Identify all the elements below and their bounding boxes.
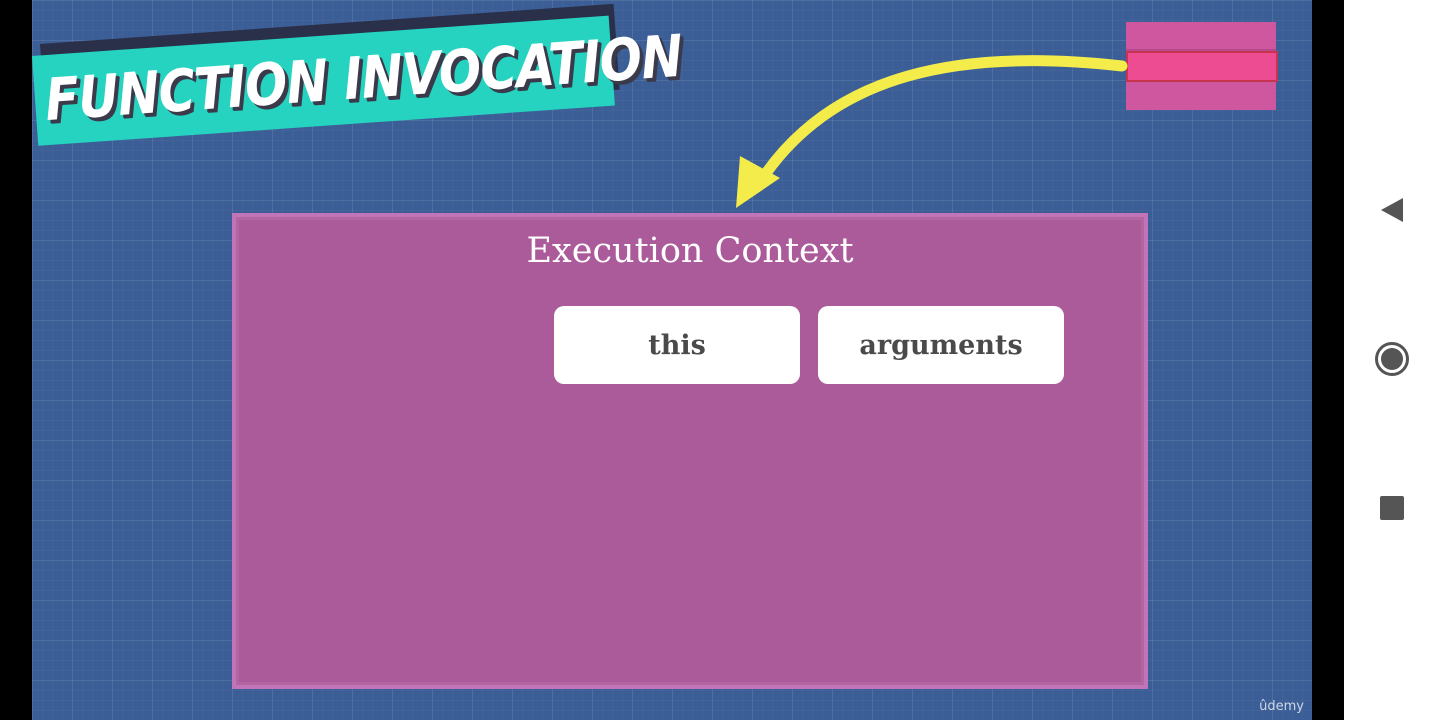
this-box: this	[554, 306, 800, 384]
video-frame: FUNCTION INVOCATION Execution Context th…	[32, 0, 1312, 720]
udemy-watermark: ûdemy	[1259, 699, 1304, 714]
home-circle-icon[interactable]	[1372, 339, 1412, 379]
execution-context-panel: Execution Context this arguments	[232, 213, 1148, 689]
arguments-box: arguments	[818, 306, 1064, 384]
back-triangle-icon[interactable]	[1372, 190, 1412, 230]
recents-square-icon[interactable]	[1372, 488, 1412, 528]
panel-title: Execution Context	[526, 231, 854, 271]
android-nav-bar	[1344, 0, 1440, 720]
